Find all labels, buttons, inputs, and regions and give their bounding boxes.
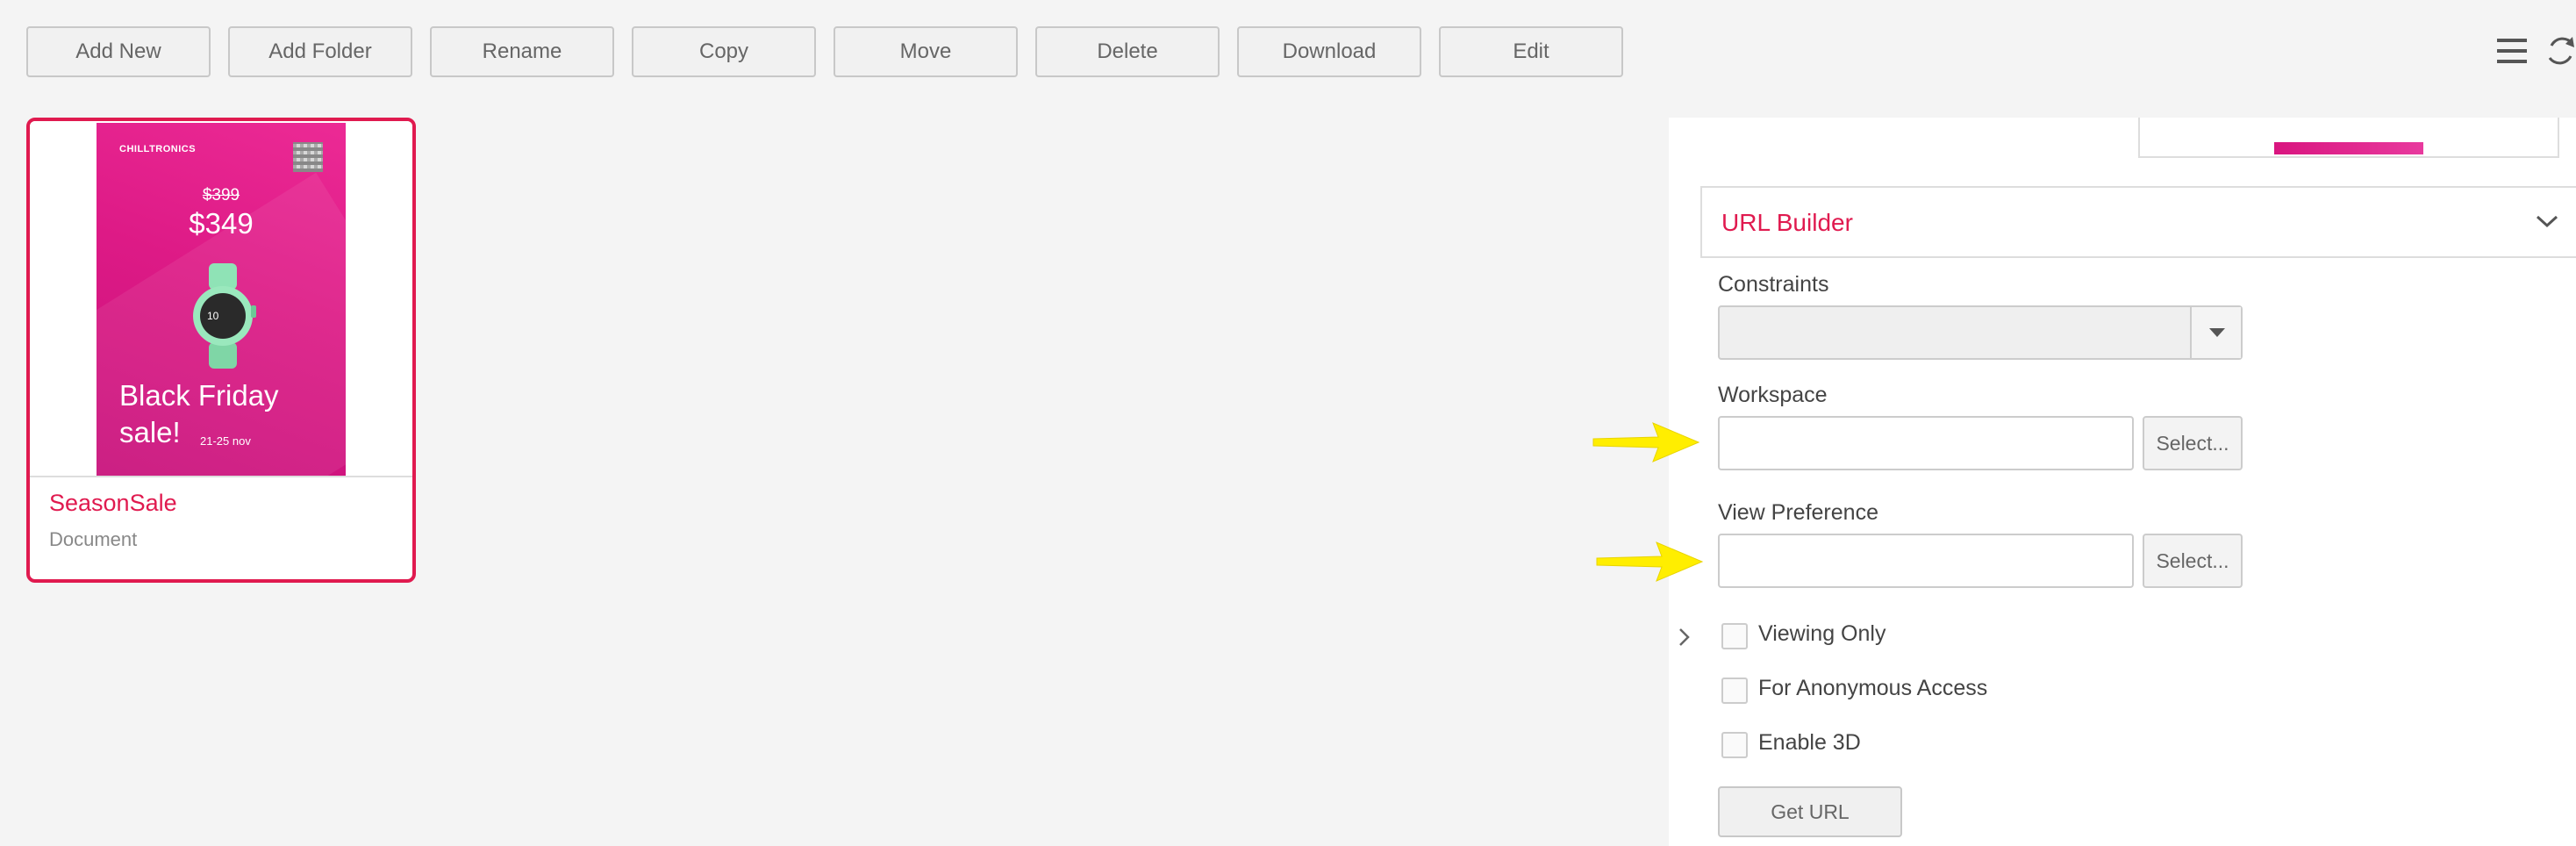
asset-card[interactable]: CHILLTRONICS $399 $349 10 Black Friday s…	[26, 118, 416, 583]
view-preference-input[interactable]	[1718, 534, 2134, 588]
app-root: Add New Add Folder Rename Copy Move Dele…	[0, 0, 2576, 846]
url-builder-header[interactable]: URL Builder	[1700, 186, 2576, 258]
thumbnail-brand: CHILLTRONICS	[119, 144, 197, 154]
annotation-arrow-icon	[1592, 422, 1700, 462]
enable-3d-checkbox[interactable]	[1721, 732, 1748, 758]
enable-3d-label: Enable 3D	[1758, 730, 1861, 755]
thumbnail-dates: 21-25 nov	[200, 434, 251, 448]
chevron-down-icon[interactable]	[2536, 214, 2558, 233]
asset-thumbnail-container: CHILLTRONICS $399 $349 10 Black Friday s…	[30, 121, 412, 477]
anonymous-access-label: For Anonymous Access	[1758, 676, 1988, 700]
menu-icon[interactable]	[2497, 37, 2527, 69]
asset-name[interactable]: SeasonSale	[49, 490, 177, 517]
asset-thumbnail: CHILLTRONICS $399 $349 10 Black Friday s…	[97, 123, 346, 476]
thumbnail-promo: Black Friday sale!	[119, 379, 279, 448]
constraints-label: Constraints	[1718, 272, 1829, 297]
workspace-label: Workspace	[1718, 383, 1828, 407]
rename-button[interactable]: Rename	[430, 26, 614, 77]
edit-button[interactable]: Edit	[1439, 26, 1623, 77]
workspace-input[interactable]	[1718, 416, 2134, 470]
refresh-icon[interactable]	[2546, 33, 2576, 73]
annotation-arrow-icon	[1596, 541, 1704, 582]
viewing-only-checkbox[interactable]	[1721, 623, 1748, 649]
watch-time: 10	[207, 310, 219, 322]
viewing-only-label: Viewing Only	[1758, 621, 1886, 646]
caret-down-icon[interactable]	[2190, 307, 2241, 358]
anonymous-access-checkbox[interactable]	[1721, 678, 1748, 704]
thumbnail-new-price: $349	[189, 207, 254, 240]
constraints-select[interactable]	[1718, 305, 2243, 360]
add-new-button[interactable]: Add New	[26, 26, 211, 77]
download-button[interactable]: Download	[1237, 26, 1421, 77]
copy-button[interactable]: Copy	[632, 26, 816, 77]
view-preference-label: View Preference	[1718, 500, 1878, 525]
move-button[interactable]: Move	[834, 26, 1018, 77]
get-url-button[interactable]: Get URL	[1718, 786, 1902, 837]
active-tab-indicator[interactable]	[2274, 142, 2423, 154]
qr-code-icon	[293, 142, 323, 172]
add-folder-button[interactable]: Add Folder	[228, 26, 412, 77]
workspace-select-button[interactable]: Select...	[2143, 416, 2243, 470]
asset-type: Document	[49, 528, 138, 550]
chevron-right-icon[interactable]	[1678, 627, 1692, 652]
view-preference-select-button[interactable]: Select...	[2143, 534, 2243, 588]
smartwatch-icon: 10	[193, 263, 256, 369]
delete-button[interactable]: Delete	[1035, 26, 1220, 77]
url-builder-title: URL Builder	[1721, 209, 1853, 236]
thumbnail-old-price: $399	[202, 186, 240, 204]
url-builder-panel: URL Builder Constraints Workspace Select…	[1669, 118, 2576, 846]
